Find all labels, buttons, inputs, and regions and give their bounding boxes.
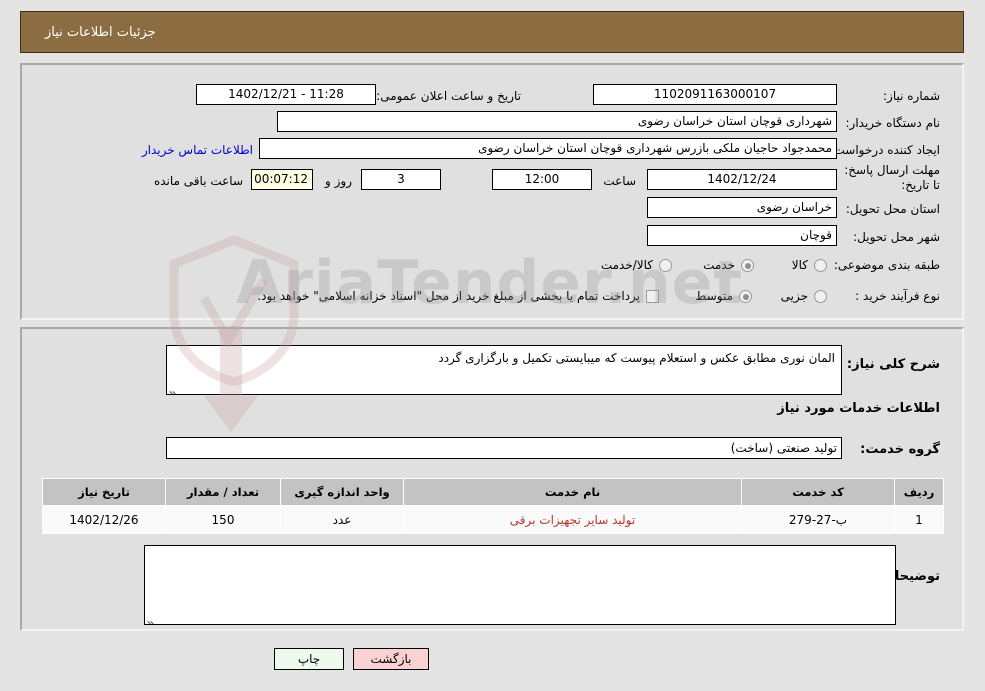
radio-category-0[interactable] [814,259,827,272]
label-buyer-org: نام دستگاه خریدار: [845,116,941,130]
label-day-and: روز و [325,174,352,188]
label-city: شهر محل تحویل: [853,230,940,244]
deadline-hour-field: 12:00 [492,169,592,190]
services-table: ردیف کد خدمت نام خدمت واحد اندازه گیری ت… [42,478,944,534]
treasury-checkbox-label: پرداخت تمام یا بخشی از مبلغ خرید از محل … [257,289,640,303]
treasury-checkbox[interactable] [646,290,659,303]
label-need-number: شماره نیاز: [883,89,940,103]
buyer-notes-textarea[interactable] [144,545,896,625]
radio-process-1[interactable] [739,290,752,303]
label-province: استان محل تحویل: [845,202,940,216]
radio-label-category-1: خدمت [703,258,735,272]
label-service-group: گروه خدمت: [860,442,940,457]
table-header-row: ردیف کد خدمت نام خدمت واحد اندازه گیری ت… [42,478,944,506]
col-row-no: ردیف [894,478,944,506]
countdown-field: 00:07:12 [251,169,313,190]
cell-need-date: 1402/12/26 [42,505,166,534]
need-description-text: المان نوری مطابق عکس و استعلام پیوست که … [438,351,835,365]
province-field: خراسان رضوی [647,197,837,218]
cell-quantity: 150 [165,505,281,534]
label-need-description: شرح کلی نیاز: [846,357,940,372]
remaining-days-field: 3 [361,169,441,190]
cell-row-no: 1 [894,505,944,534]
buyer-contact-link[interactable]: اطلاعات تماس خریدار [142,143,253,157]
cell-service-name: تولید سایر تجهیزات برقی [403,505,742,534]
need-description-textarea[interactable]: المان نوری مطابق عکس و استعلام پیوست که … [166,345,842,395]
col-service-name: نام خدمت [403,478,742,506]
label-announce-datetime: تاریخ و ساعت اعلان عمومی: [376,89,521,103]
table-row[interactable]: 1 ب-27-279 تولید سایر تجهیزات برقی عدد 1… [42,505,944,534]
cell-service-code: ب-27-279 [741,505,895,534]
radio-category-1[interactable] [741,259,754,272]
radio-label-category-0: کالا [791,258,808,272]
resize-grip-icon-2[interactable] [147,613,157,624]
label-hour: ساعت [603,174,636,188]
need-info-panel: شماره نیاز: 1102091163000107 تاریخ و ساع… [20,63,964,320]
back-button[interactable]: بازگشت [353,648,429,670]
label-category: طبقه بندی موضوعی: [833,258,940,272]
buyer-org-field: شهرداری قوچان استان خراسان رضوی [277,111,837,132]
col-quantity: تعداد / مقدار [165,478,281,506]
col-service-code: کد خدمت [741,478,895,506]
radio-label-category-2: کالا/خدمت [600,258,653,272]
requester-field: محمدجواد حاجیان ملکی بازرس شهرداری قوچان… [259,138,837,159]
radio-label-process-1: متوسط [695,289,733,303]
col-need-date: تاریخ نیاز [42,478,166,506]
radio-process-0[interactable] [814,290,827,303]
services-heading: اطلاعات خدمات مورد نیاز [777,401,940,416]
page-header: جزئیات اطلاعات نیاز [20,11,964,53]
col-unit: واحد اندازه گیری [280,478,404,506]
radio-label-process-0: جزیی [780,289,808,303]
label-deadline: مهلت ارسال پاسخ: تا تاریخ: [844,163,940,192]
page-title: جزئیات اطلاعات نیاز [45,24,156,40]
city-field: قوچان [647,225,837,246]
label-requester: ایجاد کننده درخواست: [829,143,940,157]
print-button[interactable]: چاپ [274,648,344,670]
cell-unit: عدد [280,505,404,534]
need-number-field: 1102091163000107 [593,84,837,105]
service-group-field: تولید صنعتی (ساخت) [166,437,842,459]
label-remaining: ساعت باقی مانده [153,174,243,188]
label-process-type: نوع فرآیند خرید : [855,289,940,303]
announce-datetime-field: 11:28 - 1402/12/21 [196,84,376,105]
deadline-date-field: 1402/12/24 [647,169,837,190]
radio-category-2[interactable] [659,259,672,272]
resize-grip-icon[interactable] [169,383,179,394]
